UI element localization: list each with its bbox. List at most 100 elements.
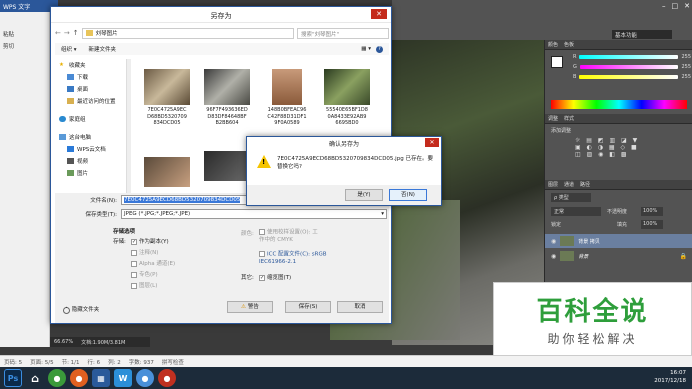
file-thumbnail bbox=[272, 69, 302, 105]
wps-writer-icon[interactable]: W bbox=[114, 369, 132, 387]
folder-icon bbox=[85, 30, 93, 36]
file-name: 7E0C4725A9EC D68BD5320709 834DCD05 bbox=[147, 107, 187, 126]
yes-button[interactable]: 是(Y) bbox=[345, 189, 383, 201]
layer-name[interactable]: 背景 拷贝 bbox=[578, 238, 600, 245]
file-item[interactable]: 96F7F493636ED D83DF84648BF B2BB604 bbox=[199, 69, 255, 127]
dialog-title: 另存为 bbox=[51, 7, 391, 23]
checkbox-checked-icon[interactable]: ✓ bbox=[131, 238, 137, 245]
address-bar[interactable]: 刘琴图片 bbox=[81, 27, 294, 39]
restore-icon[interactable]: □ bbox=[672, 2, 679, 10]
other-label: 其它: bbox=[241, 275, 254, 281]
layer-name[interactable]: 背景 bbox=[578, 253, 588, 260]
filetype-row: 保存类型(T): JPEG (*.JPG;*.JPEG;*.JPE) ▾ bbox=[59, 209, 387, 219]
opt-thumbnail[interactable]: ✓ 缩览图(T) bbox=[259, 273, 291, 281]
nav-wps-cloud[interactable]: WPS云文档 bbox=[59, 143, 126, 155]
up-icon[interactable]: ↑ bbox=[73, 29, 79, 37]
nav-scrollbar[interactable] bbox=[127, 59, 131, 193]
layer-row[interactable]: ◉ 背景 🔒 bbox=[545, 249, 692, 263]
status-pages: 页面: 5/5 bbox=[30, 360, 54, 366]
opt-icc[interactable]: ICC 配置文件(C): sRGB IEC61966-2.1 bbox=[259, 251, 329, 266]
system-clock[interactable]: 16:07 2017/12/18 bbox=[654, 369, 686, 385]
back-icon[interactable]: ← bbox=[55, 29, 61, 37]
filetype-select[interactable]: JPEG (*.JPG;*.JPEG;*.JPE) ▾ bbox=[121, 209, 387, 219]
file-item[interactable]: 7E0C4725A9EC D68BD5320709 834DCD05 bbox=[139, 69, 195, 127]
adjust-icons[interactable]: ☼ ▤ ◩ ▥ ◪ ▼ ▣ ◐ ◑ ▦ ◇ ■ ◫ ▨ ◉ ◧ ▩ bbox=[575, 137, 639, 158]
g-slider[interactable] bbox=[579, 65, 679, 69]
wps-cut-button[interactable]: 剪切 bbox=[0, 40, 49, 52]
nav-pane: ★ 收藏夹 下载 桌面 最近访问的位置 家庭组 这台电脑 WPS云文档 视频 图片 bbox=[55, 59, 127, 193]
watermark-title: 百科全说 bbox=[536, 297, 649, 327]
foreground-color-swatch[interactable] bbox=[551, 56, 563, 68]
home-icon[interactable]: ⌂ bbox=[26, 369, 44, 387]
nav-videos[interactable]: 视频 bbox=[59, 155, 126, 167]
b-slider[interactable] bbox=[579, 75, 679, 79]
hide-folders-toggle[interactable]: ˄ 隐藏文件夹 bbox=[63, 305, 99, 314]
app-360-icon[interactable]: ● bbox=[48, 369, 66, 387]
warning-button[interactable]: ⚠ 警告 bbox=[227, 301, 273, 313]
checkbox-icon[interactable] bbox=[259, 251, 265, 257]
blend-mode-select[interactable]: 正常 bbox=[551, 207, 601, 216]
close-icon[interactable]: ✕ bbox=[684, 2, 690, 10]
layer-kind-filter[interactable]: ρ 类型 bbox=[551, 193, 591, 202]
wps-left-toolbar: 粘贴 剪切 bbox=[0, 12, 50, 347]
search-input[interactable]: 搜索"刘琴图片" bbox=[297, 27, 389, 39]
layer-thumbnail bbox=[560, 251, 575, 261]
file-thumbnail bbox=[324, 69, 370, 105]
nav-recent[interactable]: 最近访问的位置 bbox=[59, 95, 126, 107]
status-words[interactable]: 字数: 937 bbox=[129, 358, 154, 366]
no-button[interactable]: 否(N) bbox=[389, 189, 427, 201]
save-button[interactable]: 保存(S) bbox=[285, 301, 331, 313]
nav-this-pc[interactable]: 这台电脑 bbox=[59, 131, 126, 143]
checkbox-icon bbox=[131, 249, 137, 256]
layer-row[interactable]: ◉ 背景 拷贝 bbox=[545, 234, 692, 248]
new-folder-button[interactable]: 新建文件夹 bbox=[89, 45, 117, 53]
cancel-button[interactable]: 取消 bbox=[337, 301, 383, 313]
tab-layers-label[interactable]: 图层 bbox=[548, 181, 558, 188]
firefox-icon[interactable]: ● bbox=[70, 369, 88, 387]
file-item[interactable]: 55540E65BF1D8 0A8433E92AB9 6695BD0 bbox=[319, 69, 375, 127]
r-value[interactable]: 255 bbox=[681, 54, 691, 60]
checkbox-checked-icon[interactable]: ✓ bbox=[259, 274, 265, 281]
confirm-title: 确认另存为 bbox=[328, 141, 359, 148]
tab-color[interactable]: 颜色 bbox=[548, 41, 558, 48]
minimize-icon[interactable]: – bbox=[662, 2, 666, 10]
nav-favorites[interactable]: ★ 收藏夹 bbox=[59, 59, 126, 71]
chrome-icon[interactable]: ● bbox=[136, 369, 154, 387]
tab-paths[interactable]: 路径 bbox=[580, 181, 590, 188]
file-explorer-icon[interactable]: ▦ bbox=[92, 369, 110, 387]
nav-downloads[interactable]: 下载 bbox=[59, 71, 126, 83]
tab-channels[interactable]: 通道 bbox=[564, 181, 574, 188]
warning-icon: ! bbox=[257, 155, 271, 168]
wps-paste-button[interactable]: 粘贴 bbox=[0, 28, 49, 40]
tab-adjust[interactable]: 调整 bbox=[548, 115, 558, 122]
media-player-icon[interactable]: ● bbox=[158, 369, 176, 387]
help-icon[interactable]: ? bbox=[376, 45, 383, 53]
status-col: 列: 2 bbox=[108, 360, 121, 366]
download-icon bbox=[67, 74, 74, 80]
fill-input[interactable]: 100% bbox=[641, 220, 663, 229]
nav-homegroup[interactable]: 家庭组 bbox=[59, 113, 126, 125]
nav-desktop[interactable]: 桌面 bbox=[59, 83, 126, 95]
opacity-input[interactable]: 100% bbox=[641, 207, 663, 216]
view-icon[interactable]: ▦ ▾ bbox=[361, 46, 371, 52]
opt-copy[interactable]: ✓ 作为副本(Y) bbox=[131, 237, 175, 248]
forward-icon[interactable]: → bbox=[64, 29, 70, 37]
dialog-close-button[interactable]: ✕ bbox=[371, 9, 387, 19]
zoom-level[interactable]: 66.67% bbox=[54, 339, 73, 345]
status-spell[interactable]: 拼写检查 bbox=[162, 358, 184, 366]
g-value[interactable]: 255 bbox=[681, 64, 691, 70]
color-spectrum[interactable] bbox=[551, 100, 687, 109]
ps-workspace-select[interactable]: 基本功能 bbox=[612, 30, 672, 39]
tab-styles[interactable]: 样式 bbox=[564, 115, 574, 122]
eye-icon[interactable]: ◉ bbox=[551, 238, 556, 245]
nav-pictures[interactable]: 图片 bbox=[59, 167, 126, 179]
file-item[interactable] bbox=[139, 157, 195, 189]
photoshop-taskbar-icon[interactable]: Ps bbox=[4, 369, 22, 387]
b-value[interactable]: 255 bbox=[681, 74, 691, 80]
confirm-close-button[interactable]: ✕ bbox=[425, 138, 439, 147]
eye-icon[interactable]: ◉ bbox=[551, 253, 556, 260]
file-item[interactable]: 148B0BFEAC96 C42F88D31DF1 9F0A0589 bbox=[259, 69, 315, 127]
organize-button[interactable]: 组织 ▾ bbox=[61, 45, 77, 53]
r-slider[interactable] bbox=[579, 55, 679, 59]
tab-swatches[interactable]: 色板 bbox=[564, 41, 574, 48]
